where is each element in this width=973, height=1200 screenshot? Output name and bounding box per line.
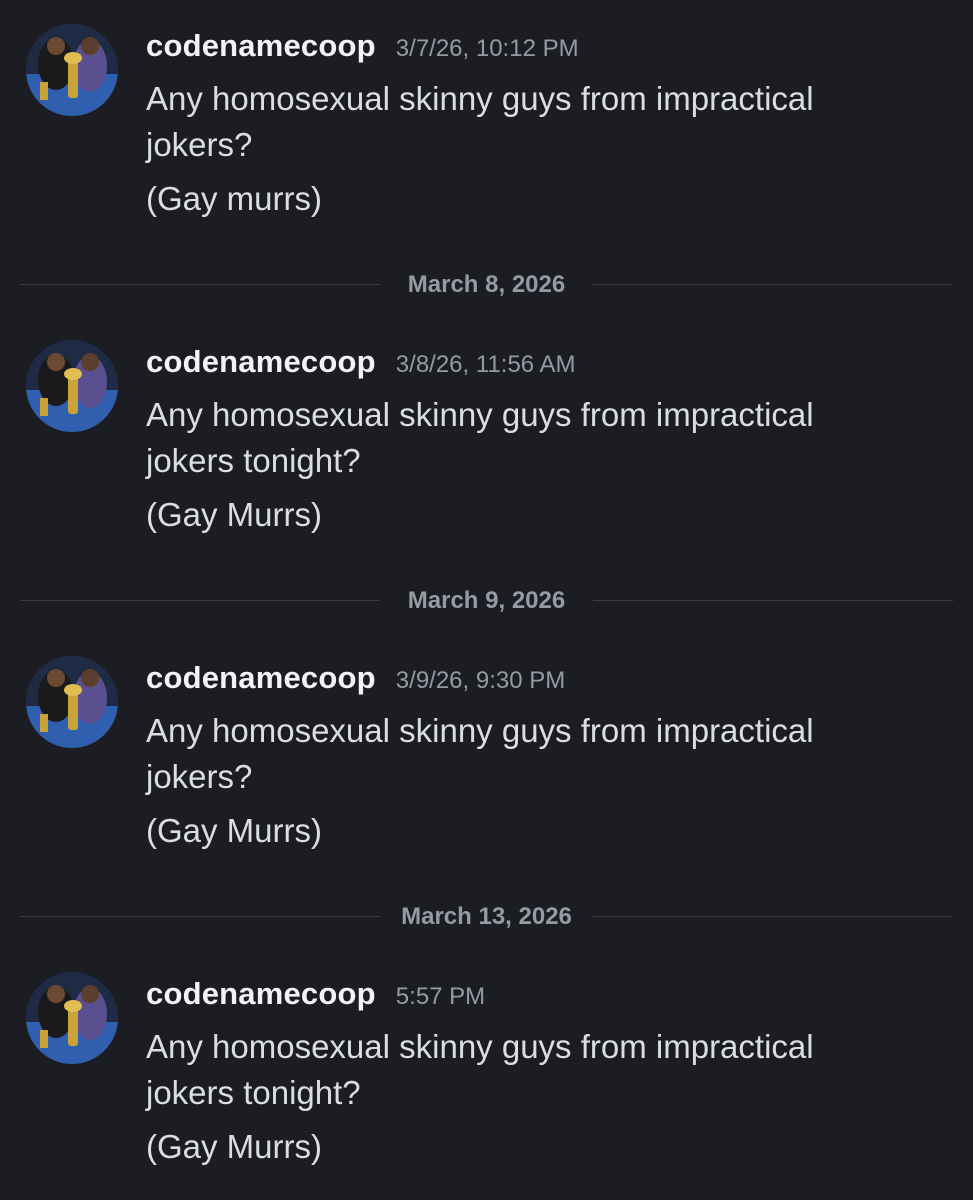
avatar[interactable] (26, 656, 118, 748)
divider-date: March 13, 2026 (401, 903, 572, 930)
avatar[interactable] (26, 340, 118, 432)
chat-message-list: codenamecoop 3/7/26, 10:12 PM Any homose… (0, 0, 973, 1200)
username[interactable]: codenamecoop (146, 660, 376, 696)
divider-date: March 9, 2026 (407, 587, 566, 614)
message-header: codenamecoop 3/7/26, 10:12 PM (146, 28, 579, 68)
message-content: Any homosexual skinny guys from impracti… (146, 392, 906, 538)
username[interactable]: codenamecoop (146, 344, 376, 380)
username[interactable]: codenamecoop (146, 976, 376, 1012)
message-text: (Gay Murrs) (146, 496, 322, 533)
message-header: codenamecoop 3/8/26, 11:56 AM (146, 344, 575, 384)
message-timestamp: 3/8/26, 11:56 AM (395, 351, 576, 378)
divider-rule (593, 916, 953, 917)
avatar[interactable] (26, 24, 118, 116)
date-divider: March 8, 2026 (20, 270, 953, 300)
message-text: Any homosexual skinny guys from impracti… (146, 80, 814, 163)
message-text: (Gay Murrs) (146, 812, 322, 849)
message-content: Any homosexual skinny guys from impracti… (146, 708, 906, 854)
message-text: (Gay Murrs) (146, 1128, 322, 1165)
message-text: Any homosexual skinny guys from impracti… (146, 396, 814, 479)
message-timestamp: 3/7/26, 10:12 PM (395, 35, 579, 62)
message-timestamp: 5:57 PM (395, 983, 486, 1010)
message-header: codenamecoop 3/9/26, 9:30 PM (146, 660, 565, 700)
username[interactable]: codenamecoop (146, 28, 376, 64)
divider-rule (593, 284, 953, 285)
message-text: (Gay murrs) (146, 180, 322, 217)
message-text: Any homosexual skinny guys from impracti… (146, 712, 814, 795)
divider-date: March 8, 2026 (407, 271, 566, 298)
message-text: Any homosexual skinny guys from impracti… (146, 1028, 814, 1111)
avatar[interactable] (26, 972, 118, 1064)
message-content: Any homosexual skinny guys from impracti… (146, 1024, 906, 1170)
message-content: Any homosexual skinny guys from impracti… (146, 76, 906, 222)
date-divider: March 13, 2026 (20, 902, 953, 932)
divider-rule (593, 600, 953, 601)
message-header: codenamecoop 5:57 PM (146, 976, 485, 1016)
message-timestamp: 3/9/26, 9:30 PM (395, 667, 566, 694)
date-divider: March 9, 2026 (20, 586, 953, 616)
